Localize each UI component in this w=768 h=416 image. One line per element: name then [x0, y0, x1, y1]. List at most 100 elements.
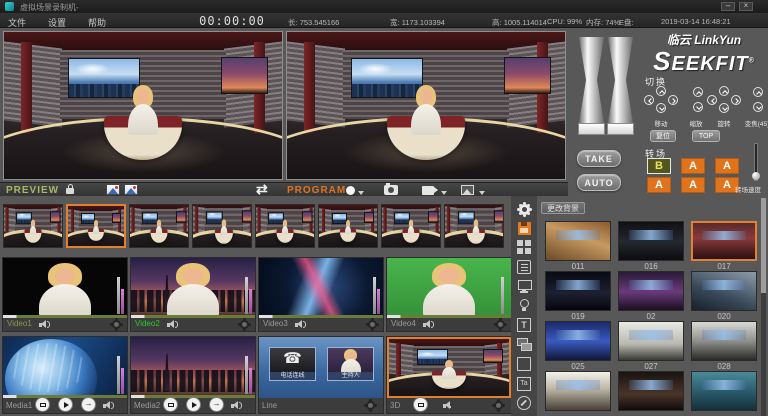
move-left-button[interactable]	[644, 95, 654, 105]
scene-item[interactable]: 025	[545, 321, 611, 370]
video2-thumbnail[interactable]	[131, 258, 255, 318]
rotate-right-button[interactable]	[731, 95, 741, 105]
zoom-out-button[interactable]	[753, 102, 763, 112]
line-panel[interactable]: ☎ 电话连线 主持人 Line	[258, 336, 384, 414]
swap-icon[interactable]: ⇄	[256, 181, 268, 198]
media1-panel[interactable]: Media1 →	[2, 336, 128, 414]
set-background-icon[interactable]	[106, 184, 120, 195]
take-button[interactable]: TAKE	[577, 150, 621, 167]
scene-item[interactable]: 019	[545, 271, 611, 320]
frame-icon[interactable]	[517, 357, 531, 371]
play-button[interactable]	[186, 397, 201, 412]
minimize-button[interactable]: –	[721, 2, 735, 11]
media2-thumbnail[interactable]	[131, 337, 255, 398]
list-icon[interactable]	[517, 260, 531, 274]
transition-a1-button[interactable]: A	[681, 158, 705, 174]
pen-tool-icon[interactable]	[517, 396, 531, 410]
rotate-left-button[interactable]	[707, 95, 717, 105]
stream-camcorder-icon[interactable]	[422, 186, 434, 195]
gear-icon[interactable]	[494, 401, 503, 410]
menu-settings[interactable]: 设置	[48, 16, 66, 29]
gear-icon[interactable]	[240, 320, 249, 329]
transition-a3-button[interactable]: A	[647, 177, 671, 193]
transition-b-button[interactable]: B	[647, 158, 671, 174]
scene-item[interactable]: 011	[545, 221, 611, 270]
video2-panel[interactable]: Video2	[130, 257, 256, 332]
media2-panel[interactable]: Media2 →	[130, 336, 256, 414]
video1-panel[interactable]: Video1	[2, 257, 128, 332]
layers-icon[interactable]	[517, 338, 531, 352]
preview-monitor[interactable]	[3, 31, 283, 180]
gear-icon[interactable]	[496, 320, 505, 329]
scene-item[interactable]: 016	[618, 221, 684, 270]
change-background-button[interactable]: 更改背景	[541, 202, 585, 214]
camera-angle-thumbnail[interactable]	[66, 204, 126, 248]
top-button[interactable]: TOP	[692, 130, 720, 142]
rotate-down-button[interactable]	[719, 103, 729, 113]
video3-panel[interactable]: Video3	[258, 257, 384, 332]
gallery-scrollbar-thumb[interactable]	[761, 198, 766, 293]
camera-angle-thumbnail[interactable]	[3, 204, 63, 248]
stream-dropdown-icon[interactable]	[441, 191, 447, 195]
move-down-button[interactable]	[656, 103, 666, 113]
t-bar-handle-left[interactable]	[578, 123, 605, 135]
menu-file[interactable]: 文件	[8, 16, 26, 29]
camera-angle-thumbnail[interactable]	[192, 204, 252, 248]
transition-speed-knob[interactable]	[752, 172, 760, 180]
light-bulb-icon[interactable]	[517, 299, 531, 313]
play-button[interactable]	[58, 397, 73, 412]
t-bar-fader[interactable]	[579, 37, 637, 137]
transition-a2-button[interactable]: A	[715, 158, 739, 174]
scene-item[interactable]	[618, 371, 684, 416]
t-bar-right[interactable]	[608, 37, 633, 123]
menu-help[interactable]: 帮助	[88, 16, 106, 29]
speaker-icon[interactable]	[103, 401, 116, 410]
gear-icon[interactable]	[366, 401, 375, 410]
phone-call-source[interactable]: ☎ 电话连线	[269, 347, 316, 381]
host-source[interactable]: 主持人	[327, 347, 374, 381]
speaker-muted-icon[interactable]	[443, 401, 456, 410]
set-foreground-icon[interactable]	[124, 184, 138, 195]
scene-item[interactable]: 027	[618, 321, 684, 370]
camera-angle-thumbnail[interactable]	[129, 204, 189, 248]
text-tool-icon[interactable]: T	[517, 318, 531, 332]
video3-thumbnail[interactable]	[259, 258, 383, 318]
speaker-icon[interactable]	[39, 320, 52, 329]
lock-icon[interactable]	[66, 188, 74, 194]
open-file-button[interactable]	[35, 397, 50, 412]
snapshot-camera-icon[interactable]	[384, 185, 398, 195]
open-file-button[interactable]	[163, 397, 178, 412]
picture-icon[interactable]	[461, 185, 474, 195]
reset-button[interactable]: 复位	[650, 130, 676, 142]
gallery-scrollbar[interactable]	[761, 198, 766, 416]
scene3d-thumbnail[interactable]	[387, 337, 511, 398]
video4-panel[interactable]: Video4	[386, 257, 512, 332]
camera-angle-thumbnail[interactable]	[255, 204, 315, 248]
transition-a4-button[interactable]: A	[681, 177, 705, 193]
settings-gear-icon[interactable]	[519, 204, 530, 215]
camera-angle-thumbnail[interactable]	[381, 204, 441, 248]
video1-thumbnail[interactable]	[3, 258, 127, 318]
t-bar-left[interactable]	[579, 37, 604, 123]
layout-grid-icon[interactable]	[517, 240, 531, 254]
close-button[interactable]: ×	[739, 2, 753, 11]
camera-angle-thumbnail[interactable]	[318, 204, 378, 248]
record-icon[interactable]	[346, 186, 355, 195]
save-icon[interactable]	[518, 222, 531, 235]
scene-item[interactable]: 028	[691, 321, 757, 370]
record-dropdown-icon[interactable]	[358, 191, 364, 195]
picture-dropdown-icon[interactable]	[479, 191, 485, 195]
scene-item[interactable]	[691, 371, 757, 416]
scene-item-selected[interactable]: 017	[691, 221, 757, 270]
monitor-icon[interactable]	[517, 279, 531, 293]
speaker-icon[interactable]	[295, 320, 308, 329]
camera-angle-thumbnail[interactable]	[444, 204, 504, 248]
move-right-button[interactable]	[668, 95, 678, 105]
scene-item[interactable]: 020	[691, 271, 757, 320]
loop-button[interactable]: →	[81, 397, 96, 412]
scale-up-button[interactable]	[693, 87, 703, 97]
program-monitor[interactable]	[286, 31, 566, 180]
gear-icon[interactable]	[112, 320, 121, 329]
media1-thumbnail[interactable]	[3, 337, 127, 398]
rotate-up-button[interactable]	[719, 86, 729, 96]
